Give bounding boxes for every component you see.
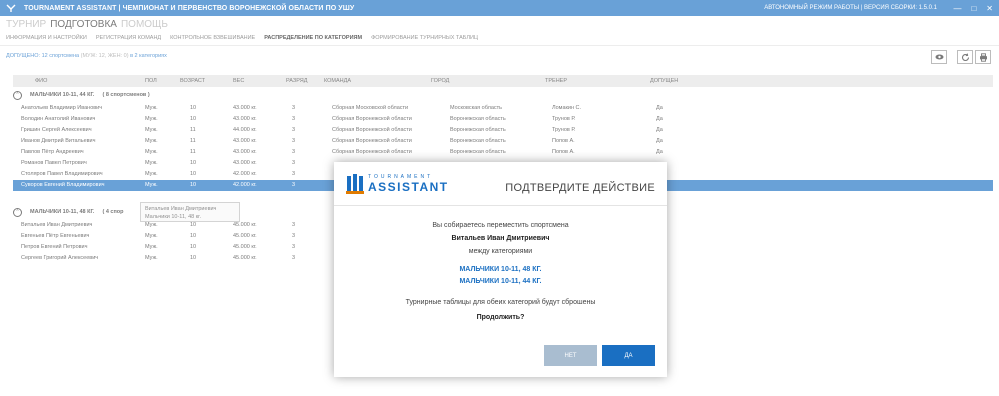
confirm-dialog: TOURNAMENT ASSISTANT ПОДТВЕРДИТЕ ДЕЙСТВИ… <box>334 162 667 377</box>
dialog-header: TOURNAMENT ASSISTANT ПОДТВЕРДИТЕ ДЕЙСТВИ… <box>334 162 667 206</box>
continue-question: Продолжить? <box>476 314 525 321</box>
to-category: МАЛЬЧИКИ 10-11, 44 КГ. <box>459 278 542 285</box>
yes-button[interactable]: ДА <box>602 345 655 366</box>
dialog-message: Вы собираетесь переместить спортсмена <box>432 222 569 229</box>
reset-warning: Турнирные таблицы для обеих категорий бу… <box>405 299 596 306</box>
no-button[interactable]: НЕТ <box>544 345 597 366</box>
dialog-title: ПОДТВЕРДИТЕ ДЕЙСТВИЕ <box>505 182 655 194</box>
trophy-logo-icon <box>346 174 364 194</box>
tournament-assistant-logo: TOURNAMENT ASSISTANT <box>346 174 466 196</box>
logo-text-big: ASSISTANT <box>368 180 449 194</box>
between-label: между категориями <box>468 248 533 255</box>
dialog-body: Вы собираетесь переместить спортсмена Ви… <box>334 214 667 321</box>
athlete-name: Витальев Иван Дмитриевич <box>451 235 550 242</box>
from-category: МАЛЬЧИКИ 10-11, 48 КГ. <box>459 266 542 273</box>
